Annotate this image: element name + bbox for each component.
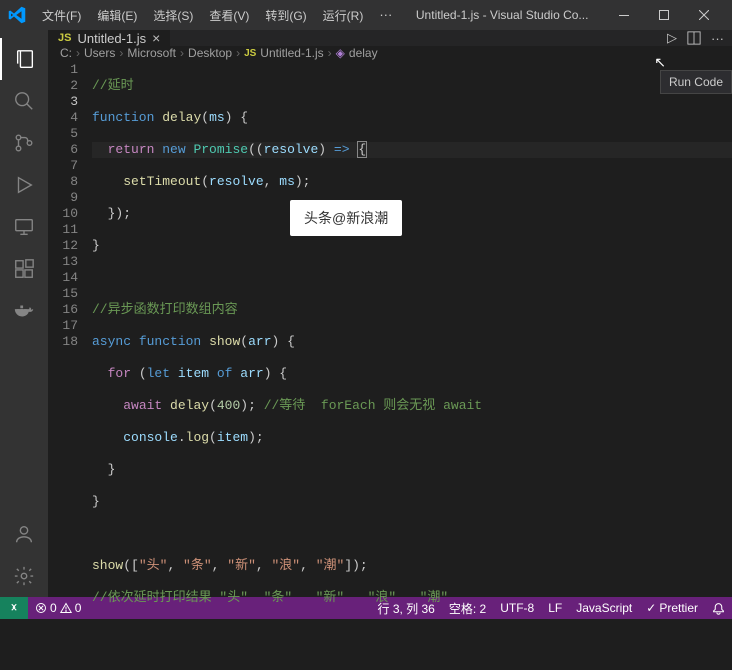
title-bar: 文件(F) 编辑(E) 选择(S) 查看(V) 转到(G) 运行(R) ··· … (0, 0, 732, 30)
tab-untitled-1[interactable]: JS Untitled-1.js × (48, 30, 171, 46)
menu-file[interactable]: 文件(F) (34, 3, 89, 28)
editor-more-icon[interactable]: ··· (711, 31, 724, 46)
menu-edit[interactable]: 编辑(E) (89, 3, 145, 28)
run-code-tooltip: Run Code (660, 70, 732, 94)
breadcrumb-symbol[interactable]: ◈delay (336, 46, 378, 60)
code-content[interactable]: //延时 function delay(ms) { return new Pro… (92, 60, 732, 670)
remote-explorer-icon[interactable] (0, 206, 48, 248)
vscode-logo-icon (8, 6, 26, 24)
tab-label: Untitled-1.js (77, 31, 146, 46)
accounts-icon[interactable] (0, 513, 48, 555)
editor-area: JS Untitled-1.js × ▷ ··· C:› Users› Micr… (48, 30, 732, 597)
run-code-button[interactable]: ▷ (667, 30, 677, 46)
extensions-icon[interactable] (0, 248, 48, 290)
remote-indicator[interactable] (0, 597, 28, 619)
window-title: Untitled-1.js - Visual Studio Co... (400, 8, 604, 22)
minimize-button[interactable] (604, 0, 644, 30)
menu-more[interactable]: ··· (371, 3, 400, 28)
docker-icon[interactable] (0, 290, 48, 332)
maximize-button[interactable] (644, 0, 684, 30)
menu-view[interactable]: 查看(V) (201, 3, 257, 28)
search-icon[interactable] (0, 80, 48, 122)
breadcrumb-c[interactable]: C: (60, 46, 72, 60)
code-editor[interactable]: 1 2 3 4 5 6 7 8 9 10 11 12 13 14 15 16 1… (48, 60, 732, 670)
watermark-overlay: 头条@新浪潮 (290, 200, 402, 236)
source-control-icon[interactable] (0, 122, 48, 164)
close-button[interactable] (684, 0, 724, 30)
settings-gear-icon[interactable] (0, 555, 48, 597)
menu-run[interactable]: 运行(R) (315, 3, 372, 28)
menu-bar: 文件(F) 编辑(E) 选择(S) 查看(V) 转到(G) 运行(R) ··· (34, 3, 400, 28)
breadcrumbs[interactable]: C:› Users› Microsoft› Desktop› JSUntitle… (48, 46, 732, 60)
breadcrumb-file[interactable]: JSUntitled-1.js (244, 46, 324, 60)
breadcrumb-users[interactable]: Users (84, 46, 115, 60)
menu-go[interactable]: 转到(G) (257, 3, 314, 28)
run-debug-icon[interactable] (0, 164, 48, 206)
breadcrumb-desktop[interactable]: Desktop (188, 46, 232, 60)
tab-bar: JS Untitled-1.js × ▷ ··· (48, 30, 732, 46)
split-editor-icon[interactable] (687, 31, 701, 45)
activity-bar (0, 30, 48, 597)
line-numbers: 1 2 3 4 5 6 7 8 9 10 11 12 13 14 15 16 1… (48, 60, 92, 670)
breadcrumb-microsoft[interactable]: Microsoft (127, 46, 176, 60)
menu-selection[interactable]: 选择(S) (145, 3, 201, 28)
js-file-icon: JS (58, 32, 71, 44)
tab-close-icon[interactable]: × (152, 30, 160, 46)
explorer-icon[interactable] (0, 38, 48, 80)
